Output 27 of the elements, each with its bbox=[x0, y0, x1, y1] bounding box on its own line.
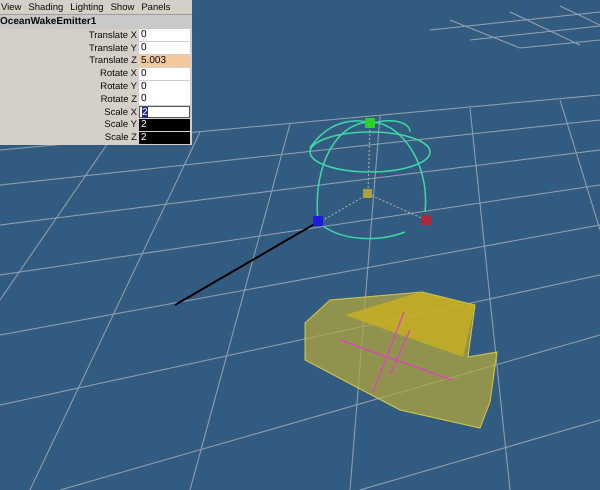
channel-value-field[interactable]: 0 bbox=[139, 80, 190, 93]
channel-value-field[interactable]: 2 bbox=[139, 118, 190, 131]
channel-value-field[interactable]: 2 bbox=[139, 106, 190, 118]
channel-label[interactable]: Translate Y bbox=[0, 42, 139, 54]
channel-label[interactable]: Rotate X bbox=[0, 68, 139, 80]
channel-label[interactable]: Translate Z bbox=[0, 55, 139, 66]
channel-label[interactable]: Rotate Z bbox=[0, 94, 139, 105]
menu-item[interactable]: Shading bbox=[28, 2, 64, 12]
viewport-background[interactable] bbox=[0, 0, 600, 490]
emitter-drawing[interactable] bbox=[309, 118, 431, 240]
menu-item[interactable]: View bbox=[1, 2, 22, 12]
channel-label[interactable]: Scale Z bbox=[0, 132, 139, 144]
channel-value-field[interactable]: 5.003 bbox=[139, 54, 190, 67]
channel-value-field[interactable]: 0 bbox=[139, 93, 190, 106]
channel-value-field[interactable]: 0 bbox=[139, 68, 190, 80]
mesh-drawing[interactable] bbox=[304, 292, 498, 429]
menu-item[interactable]: Show bbox=[110, 2, 134, 12]
object-name: OceanWakeEmitter1 bbox=[0, 15, 192, 29]
channel-label[interactable]: Scale X bbox=[0, 106, 139, 118]
channel-value-field[interactable]: 0 bbox=[139, 29, 190, 42]
menu-item[interactable]: Panels bbox=[141, 2, 170, 12]
channel-label[interactable]: Scale Y bbox=[0, 119, 139, 130]
channel-value-field[interactable]: 2 bbox=[139, 132, 190, 144]
channel-label[interactable]: Translate X bbox=[0, 30, 139, 41]
channel-value-field[interactable]: 0 bbox=[139, 42, 190, 54]
channel-label[interactable]: Rotate Y bbox=[0, 81, 139, 92]
menu-item[interactable]: Lighting bbox=[70, 2, 104, 12]
